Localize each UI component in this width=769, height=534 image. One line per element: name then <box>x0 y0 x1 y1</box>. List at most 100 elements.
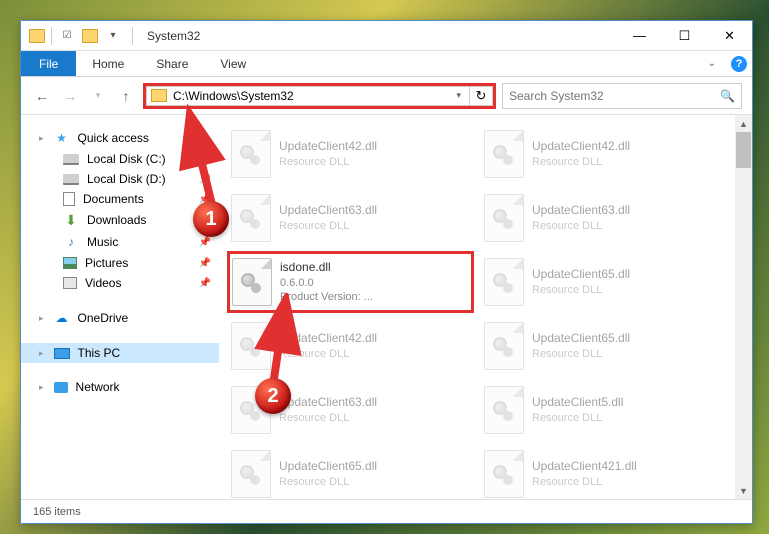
sidebar-label: Pictures <box>85 256 128 270</box>
sidebar-item-pictures[interactable]: Pictures📌 <box>21 253 219 273</box>
explorer-window: ☑ ▾ System32 — ☐ ✕ File Home Share View … <box>20 20 753 524</box>
file-name: isdone.dll <box>280 260 373 276</box>
sidebar-label: Music <box>87 235 118 249</box>
path-folder-icon <box>151 89 167 102</box>
annotation-badge-1: 1 <box>193 201 229 237</box>
scroll-thumb[interactable] <box>736 132 751 168</box>
navigation-pane: ★ Quick access Local Disk (C:)📌 Local Di… <box>21 115 219 499</box>
sidebar-label: Documents <box>83 192 144 206</box>
dll-file-icon <box>231 450 271 498</box>
pin-icon: 📌 <box>199 278 211 289</box>
file-item[interactable]: UpdateClient63.dllResource DLL <box>227 187 474 249</box>
file-item[interactable]: UpdateClient65.dllResource DLL <box>227 443 474 499</box>
qat-newfolder-icon[interactable] <box>82 29 98 43</box>
file-item[interactable]: UpdateClient63.dllResource DLL <box>480 187 727 249</box>
sidebar-onedrive[interactable]: ☁OneDrive <box>21 307 219 329</box>
address-bar-row: ← → ▾ ↑ ▾ ↻ 🔍 <box>21 77 752 115</box>
sidebar-label: Videos <box>85 276 121 290</box>
close-button[interactable]: ✕ <box>707 21 752 51</box>
pin-icon: 📌 <box>199 154 211 165</box>
sidebar-item-downloads[interactable]: ⬇Downloads📌 <box>21 209 219 231</box>
annotation-badge-2: 2 <box>255 378 291 414</box>
minimize-button[interactable]: — <box>617 21 662 51</box>
tab-file[interactable]: File <box>21 51 76 76</box>
sidebar-item-videos[interactable]: Videos 📌 <box>21 273 219 293</box>
sidebar-item-documents[interactable]: Documents📌 <box>21 189 219 209</box>
file-name: UpdateClient65.dll <box>279 459 377 475</box>
sidebar-label: OneDrive <box>78 311 129 325</box>
divider <box>132 27 133 45</box>
dll-file-icon <box>484 322 524 370</box>
qat-properties-icon[interactable]: ☑ <box>58 27 76 45</box>
sidebar-item-local-d[interactable]: Local Disk (D:)📌 <box>21 169 219 189</box>
search-input[interactable] <box>509 89 720 103</box>
tab-view[interactable]: View <box>204 51 262 76</box>
file-item[interactable]: UpdateClient421.dllResource DLL <box>480 443 727 499</box>
file-info: UpdateClient42.dllResource DLL <box>279 331 377 361</box>
file-info: UpdateClient63.dllResource DLL <box>279 203 377 233</box>
file-subtitle: 0.6.0.0 <box>280 276 373 290</box>
file-item[interactable]: UpdateClient65.dllResource DLL <box>480 251 727 313</box>
file-subtitle: Resource DLL <box>532 411 623 425</box>
file-info: UpdateClient63.dllResource DLL <box>279 395 377 425</box>
scroll-up-button[interactable]: ▲ <box>735 115 752 132</box>
nav-up-button[interactable]: ↑ <box>115 85 137 107</box>
file-item[interactable]: UpdateClient5.dllResource DLL <box>480 379 727 441</box>
tab-home[interactable]: Home <box>76 51 140 76</box>
dll-file-icon <box>231 194 271 242</box>
status-bar: 165 items <box>21 499 752 523</box>
address-bar[interactable]: ▾ <box>146 86 469 106</box>
file-item[interactable]: UpdateClient42.dllResource DLL <box>480 123 727 185</box>
ribbon-collapse-icon[interactable]: ⌄ <box>708 58 716 69</box>
status-item-count: 165 items <box>33 506 81 518</box>
nav-recent-dropdown[interactable]: ▾ <box>87 85 109 107</box>
qat-customize-icon[interactable]: ▾ <box>104 27 122 45</box>
sidebar-quick-access-label: Quick access <box>78 131 149 145</box>
document-icon <box>63 192 75 206</box>
window-title: System32 <box>147 29 200 43</box>
sidebar-this-pc[interactable]: This PC <box>21 343 219 363</box>
file-name: UpdateClient63.dll <box>279 395 377 411</box>
file-item[interactable]: UpdateClient65.dllResource DLL <box>480 315 727 377</box>
file-info: UpdateClient65.dllResource DLL <box>532 331 630 361</box>
file-subtitle: Resource DLL <box>279 475 377 489</box>
pin-icon: 📌 <box>199 237 211 248</box>
help-button[interactable]: ? <box>726 51 752 76</box>
file-name: UpdateClient42.dll <box>279 331 377 347</box>
pictures-icon <box>63 257 77 269</box>
titlebar: ☑ ▾ System32 — ☐ ✕ <box>21 21 752 51</box>
nav-back-button[interactable]: ← <box>31 85 53 107</box>
refresh-button[interactable]: ↻ <box>469 86 493 106</box>
search-icon: 🔍 <box>720 89 735 103</box>
sidebar-item-music[interactable]: ♪Music📌 <box>21 231 219 253</box>
path-input[interactable] <box>173 89 452 103</box>
scroll-down-button[interactable]: ▼ <box>735 482 752 499</box>
ribbon-tabs: File Home Share View ⌄ ? <box>21 51 752 77</box>
file-item[interactable]: UpdateClient42.dllResource DLL <box>227 315 474 377</box>
file-info: UpdateClient65.dllResource DLL <box>279 459 377 489</box>
dll-file-icon <box>231 130 271 178</box>
file-list-pane: UpdateClient42.dllResource DLLUpdateClie… <box>219 115 752 499</box>
path-dropdown-icon[interactable]: ▾ <box>452 90 465 101</box>
file-subtitle: Resource DLL <box>279 411 377 425</box>
file-item[interactable]: UpdateClient42.dllResource DLL <box>227 123 474 185</box>
maximize-button[interactable]: ☐ <box>662 21 707 51</box>
sidebar-network[interactable]: Network <box>21 377 219 397</box>
file-grid: UpdateClient42.dllResource DLLUpdateClie… <box>219 115 735 499</box>
file-name: UpdateClient5.dll <box>532 395 623 411</box>
file-item-isdone[interactable]: isdone.dll0.6.0.0Product Version: ... <box>227 251 474 313</box>
scrollbar-vertical[interactable]: ▲ ▼ <box>735 115 752 499</box>
nav-forward-button[interactable]: → <box>59 85 81 107</box>
file-info: UpdateClient42.dllResource DLL <box>532 139 630 169</box>
star-icon: ★ <box>54 130 70 146</box>
sidebar-quick-access[interactable]: ★ Quick access <box>21 127 219 149</box>
file-name: UpdateClient42.dll <box>279 139 377 155</box>
videos-icon <box>63 277 77 289</box>
sidebar-item-local-c[interactable]: Local Disk (C:)📌 <box>21 149 219 169</box>
file-subtitle: Resource DLL <box>532 155 630 169</box>
dll-file-icon <box>232 258 272 306</box>
tab-share[interactable]: Share <box>140 51 204 76</box>
file-info: UpdateClient5.dllResource DLL <box>532 395 623 425</box>
file-subtitle: Resource DLL <box>532 283 630 297</box>
search-box[interactable]: 🔍 <box>502 83 742 109</box>
